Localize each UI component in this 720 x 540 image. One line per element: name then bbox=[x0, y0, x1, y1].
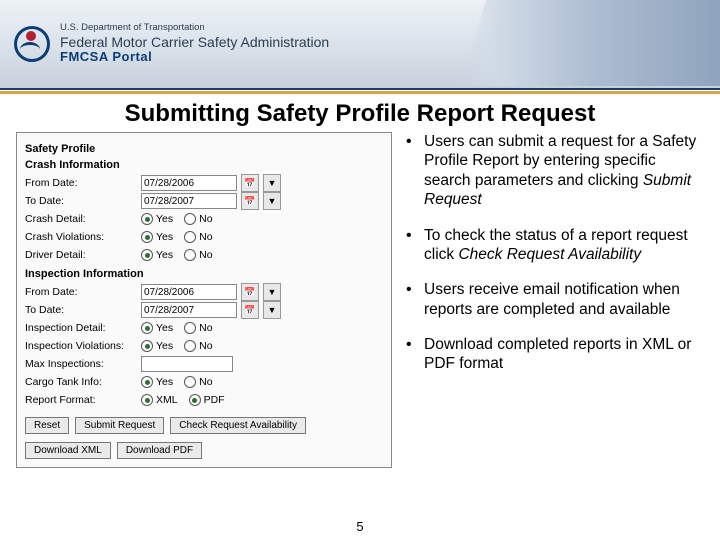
bullet-icon: • bbox=[406, 280, 424, 319]
submit-request-button[interactable]: Submit Request bbox=[75, 417, 164, 434]
calendar-icon[interactable]: 📅 bbox=[241, 283, 259, 301]
crash-detail-row: Crash Detail: Yes No bbox=[25, 210, 383, 228]
xml-label: XML bbox=[156, 394, 178, 406]
format-xml-radio[interactable] bbox=[141, 394, 153, 406]
action-button-row: Reset Submit Request Check Request Avail… bbox=[25, 417, 383, 434]
insp-detail-label: Inspection Detail: bbox=[25, 322, 137, 334]
insp-to-date-input[interactable]: 07/28/2007 bbox=[141, 302, 237, 318]
download-button-row: Download XML Download PDF bbox=[25, 442, 383, 459]
insp-detail-yes-radio[interactable] bbox=[141, 322, 153, 334]
to-date-label: To Date: bbox=[25, 195, 137, 207]
yes-label: Yes bbox=[156, 340, 173, 352]
insp-detail-no-radio[interactable] bbox=[184, 322, 196, 334]
driver-detail-label: Driver Detail: bbox=[25, 249, 137, 261]
insp-violations-row: Inspection Violations: Yes No bbox=[25, 337, 383, 355]
dot-logo-icon bbox=[14, 26, 50, 62]
insp-violations-label: Inspection Violations: bbox=[25, 340, 137, 352]
bullet-list: • Users can submit a request for a Safet… bbox=[406, 132, 704, 468]
cargo-tank-no-radio[interactable] bbox=[184, 376, 196, 388]
insp-viol-no-radio[interactable] bbox=[184, 340, 196, 352]
calendar-icon[interactable]: 📅 bbox=[241, 192, 259, 210]
max-inspections-label: Max Inspections: bbox=[25, 358, 137, 370]
crash-detail-no-radio[interactable] bbox=[184, 213, 196, 225]
yes-label: Yes bbox=[156, 231, 173, 243]
cargo-tank-yes-radio[interactable] bbox=[141, 376, 153, 388]
calendar-icon[interactable]: 📅 bbox=[241, 301, 259, 319]
insp-viol-yes-radio[interactable] bbox=[141, 340, 153, 352]
driver-detail-yes-radio[interactable] bbox=[141, 249, 153, 261]
crash-violations-row: Crash Violations: Yes No bbox=[25, 228, 383, 246]
insp-from-row: From Date: 07/28/2006 📅 ▼ bbox=[25, 283, 383, 301]
crash-to-date-input[interactable]: 07/28/2007 bbox=[141, 193, 237, 209]
no-label: No bbox=[199, 322, 212, 334]
crash-detail-label: Crash Detail: bbox=[25, 213, 137, 225]
bullet-icon: • bbox=[406, 132, 424, 210]
agency-name: Federal Motor Carrier Safety Administrat… bbox=[60, 34, 329, 50]
cargo-tank-label: Cargo Tank Info: bbox=[25, 376, 137, 388]
dropdown-icon[interactable]: ▼ bbox=[263, 301, 281, 319]
portal-name: FMCSA Portal bbox=[60, 50, 329, 65]
dropdown-icon[interactable]: ▼ bbox=[263, 283, 281, 301]
no-label: No bbox=[199, 249, 212, 261]
yes-label: Yes bbox=[156, 376, 173, 388]
insp-to-row: To Date: 07/28/2007 📅 ▼ bbox=[25, 301, 383, 319]
report-format-row: Report Format: XML PDF bbox=[25, 391, 383, 409]
insp-detail-row: Inspection Detail: Yes No bbox=[25, 319, 383, 337]
no-label: No bbox=[199, 231, 212, 243]
from-date-label: From Date: bbox=[25, 177, 137, 189]
bullet-3-text: Users receive email notification when re… bbox=[424, 280, 704, 319]
pdf-label: PDF bbox=[204, 394, 225, 406]
bullet-4-text: Download completed reports in XML or PDF… bbox=[424, 335, 704, 374]
content-area: Safety Profile Crash Information From Da… bbox=[0, 132, 720, 468]
to-date-label: To Date: bbox=[25, 304, 137, 316]
download-pdf-button[interactable]: Download PDF bbox=[117, 442, 202, 459]
crash-from-row: From Date: 07/28/2006 📅 ▼ bbox=[25, 174, 383, 192]
bullet-2: • To check the status of a report reques… bbox=[406, 226, 704, 265]
crash-viol-yes-radio[interactable] bbox=[141, 231, 153, 243]
check-availability-button[interactable]: Check Request Availability bbox=[170, 417, 306, 434]
form-screenshot: Safety Profile Crash Information From Da… bbox=[16, 132, 392, 468]
bullet-icon: • bbox=[406, 335, 424, 374]
dept-name: U.S. Department of Transportation bbox=[60, 23, 329, 34]
bullet-3: • Users receive email notification when … bbox=[406, 280, 704, 319]
bullet-1: • Users can submit a request for a Safet… bbox=[406, 132, 704, 210]
format-pdf-radio[interactable] bbox=[189, 394, 201, 406]
reset-button[interactable]: Reset bbox=[25, 417, 69, 434]
crash-detail-yes-radio[interactable] bbox=[141, 213, 153, 225]
max-inspections-row: Max Inspections: bbox=[25, 355, 383, 373]
yes-label: Yes bbox=[156, 249, 173, 261]
max-inspections-input[interactable] bbox=[141, 356, 233, 372]
no-label: No bbox=[199, 376, 212, 388]
header-banner: U.S. Department of Transportation Federa… bbox=[0, 0, 720, 90]
crash-violations-label: Crash Violations: bbox=[25, 231, 137, 243]
no-label: No bbox=[199, 340, 212, 352]
section-safety-profile: Safety Profile bbox=[25, 143, 383, 155]
section-crash-info: Crash Information bbox=[25, 159, 383, 171]
driver-detail-no-radio[interactable] bbox=[184, 249, 196, 261]
cargo-tank-row: Cargo Tank Info: Yes No bbox=[25, 373, 383, 391]
bullet-2-italic: Check Request Availability bbox=[458, 246, 641, 263]
dropdown-icon[interactable]: ▼ bbox=[263, 174, 281, 192]
calendar-icon[interactable]: 📅 bbox=[241, 174, 259, 192]
insp-from-date-input[interactable]: 07/28/2006 bbox=[141, 284, 237, 300]
header-text: U.S. Department of Transportation Federa… bbox=[60, 23, 329, 65]
yes-label: Yes bbox=[156, 213, 173, 225]
section-inspection-info: Inspection Information bbox=[25, 268, 383, 280]
dropdown-icon[interactable]: ▼ bbox=[263, 192, 281, 210]
report-format-label: Report Format: bbox=[25, 394, 137, 406]
crash-viol-no-radio[interactable] bbox=[184, 231, 196, 243]
bullet-4: • Download completed reports in XML or P… bbox=[406, 335, 704, 374]
crash-from-date-input[interactable]: 07/28/2006 bbox=[141, 175, 237, 191]
slide-title: Submitting Safety Profile Report Request bbox=[0, 94, 720, 132]
driver-detail-row: Driver Detail: Yes No bbox=[25, 246, 383, 264]
yes-label: Yes bbox=[156, 322, 173, 334]
crash-to-row: To Date: 07/28/2007 📅 ▼ bbox=[25, 192, 383, 210]
from-date-label: From Date: bbox=[25, 286, 137, 298]
bullet-icon: • bbox=[406, 226, 424, 265]
banner-image bbox=[460, 0, 720, 86]
page-number: 5 bbox=[356, 519, 363, 534]
download-xml-button[interactable]: Download XML bbox=[25, 442, 111, 459]
no-label: No bbox=[199, 213, 212, 225]
